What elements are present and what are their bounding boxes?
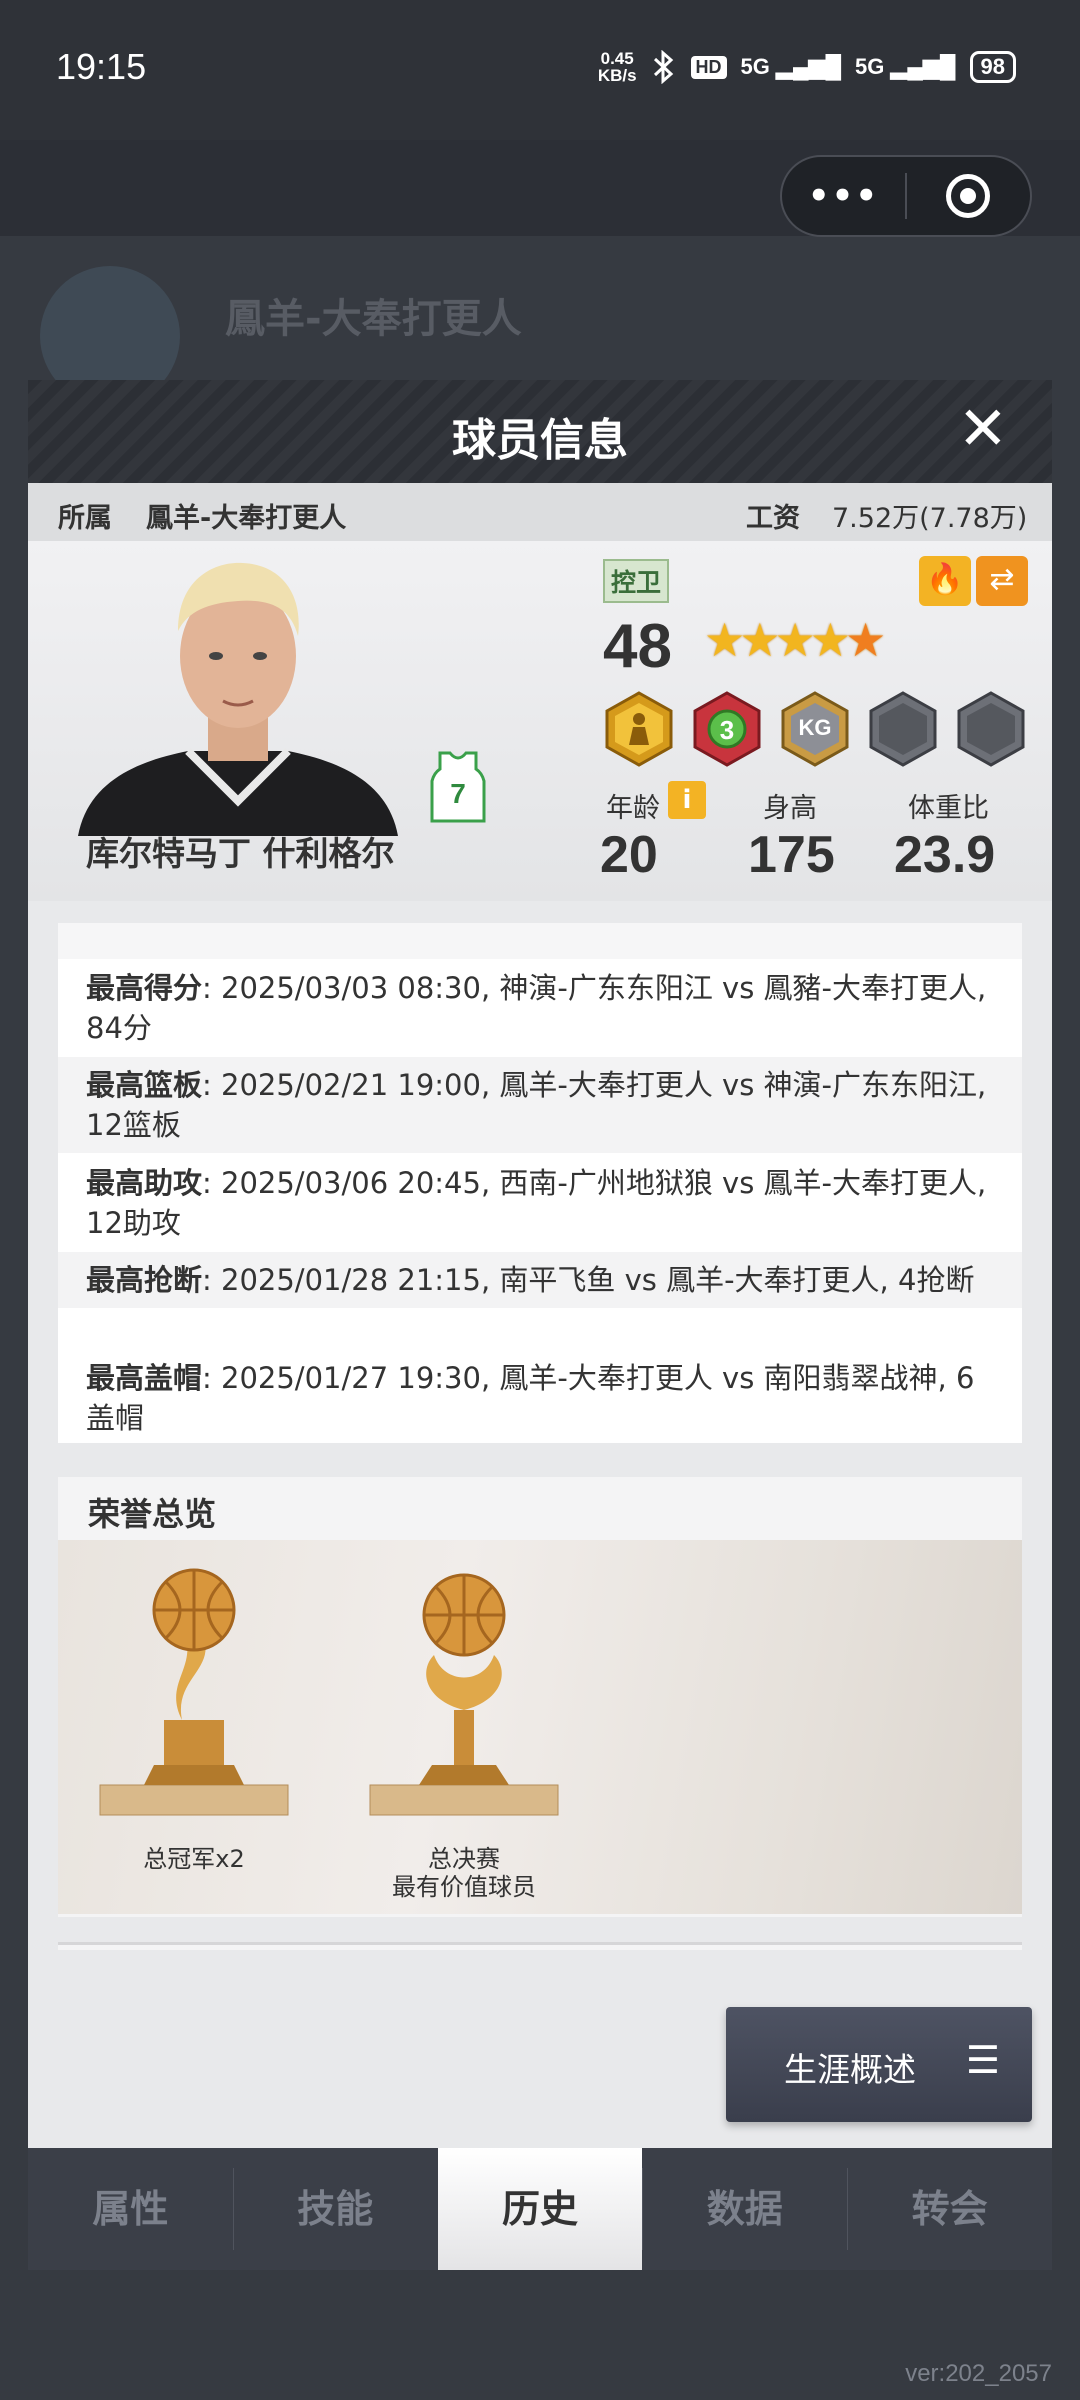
honors-showcase: 总冠军x2 总决赛 最有价值球员 [58,1540,1022,1914]
jersey-icon: 7 [430,751,486,823]
record-label: 最高盖帽 [86,1361,203,1395]
player-portrait [78,562,398,836]
tab-attributes[interactable]: 属性 [28,2148,233,2270]
record-row-blocks: 最高盖帽: 2025/01/27 19:30, 鳳羊-大奉打更人 vs 南阳翡翠… [58,1350,1022,1443]
record-label: 最高抢断 [86,1263,203,1297]
modal-title: 球员信息 [452,415,628,466]
player-card: 7 库尔特马丁 什利格尔 控卫 🔥 ⇄ 48 ★★★★★ 3 KG 年龄 i 身… [28,541,1052,901]
record-row-rebounds: 最高篮板: 2025/02/21 19:00, 鳳羊-大奉打更人 vs 神演-广… [58,1057,1022,1153]
half-star-icon: ★ [845,613,886,667]
age-info-icon[interactable]: i [668,781,706,819]
tab-data[interactable]: 数据 [642,2148,847,2270]
record-text: : 2025/03/03 08:30, 神演-广东东阳江 vs 鳳豬-大奉打更人… [86,971,987,1045]
salary-value: 7.52万(7.78万) [832,503,1028,534]
background-team-title: 鳳羊-大奉打更人 [225,296,522,342]
age-value: 20 [600,826,658,884]
record-label: 最高助攻 [86,1166,203,1200]
star-icon: ★ [809,613,851,667]
fire-icon: 🔥 [926,562,964,597]
fire-button[interactable]: 🔥 [919,556,971,606]
record-row-points: 最高得分: 2025/03/03 08:30, 神演-广东东阳江 vs 鳳豬-大… [58,960,1022,1056]
record-text: : 2025/03/06 20:45, 西南-广州地狱狼 vs 鳳羊-大奉打更人… [86,1166,987,1240]
signal-5g-secondary-icon: 5G ▂▄▆█ [855,54,956,79]
star-icon: ★ [739,613,780,667]
target-icon [946,174,991,218]
player-name: 库尔特马丁 什利格尔 [86,834,395,873]
locked-badge-icon[interactable] [955,691,1027,767]
star-rating: ★★★★★ [704,613,886,667]
svg-text:3: 3 [720,715,734,745]
modal-header: 球员信息 ✕ [28,380,1052,483]
badge-row: 3 KG [603,691,1027,767]
career-overview-label: 生涯概述 [784,2050,916,2089]
height-value: 175 [748,826,835,884]
tab-skills[interactable]: 技能 [232,2148,438,2270]
star-icon: ★ [704,613,745,667]
level-3-badge-icon[interactable]: 3 [691,691,763,767]
team-label: 所属 [58,503,112,534]
career-overview-button[interactable]: 生涯概述 ☰ [726,2007,1032,2122]
menu-icon: ☰ [965,2038,1000,2082]
tab-transfer[interactable]: 转会 [847,2148,1052,2270]
more-button[interactable]: ••• [782,176,905,216]
height-label: 身高 [763,793,817,824]
honors-panel: 荣誉总览 总冠军x2 总决赛 最有价值球员 [58,1477,1022,1917]
svg-text:KG: KG [799,715,832,740]
miniprogram-capsule: ••• [780,155,1032,237]
finals-mvp-trophy-icon[interactable] [364,1560,564,1840]
record-label: 最高篮板 [86,1068,203,1102]
trophy-caption: 总冠军x2 [143,1845,245,1873]
signal-5g-icon: 5G ▂▄▆█ [740,54,842,79]
position-badge: 控卫 [603,559,670,603]
records-scroll-clip [58,923,1022,959]
record-text: : 2025/01/28 21:15, 南平飞鱼 vs 鳳羊-大奉打更人, 4抢… [202,1263,975,1297]
trophy-caption: 总决赛 最有价值球员 [392,1845,536,1901]
weight-ratio-label: 体重比 [908,793,989,824]
close-button[interactable]: ✕ [958,394,1008,464]
records-list[interactable]: 最高得分: 2025/03/03 08:30, 神演-广东东阳江 vs 鳳豬-大… [58,923,1022,1443]
record-text: : 2025/02/21 19:00, 鳳羊-大奉打更人 vs 神演-广东东阳江… [86,1068,987,1142]
status-icons: 0.45 KB/s HD 5G ▂▄▆█ 5G ▂▄▆█ 98 [598,50,1016,84]
age-label: 年龄 [606,793,660,824]
status-bar: 19:15 0.45 KB/s HD 5G ▂▄▆█ 5G ▂▄▆█ 98 [0,0,1080,140]
jersey-number: 7 [450,778,466,809]
star-icon: ★ [774,613,816,667]
record-label: 最高得分 [86,971,203,1005]
tab-bar: 属性 技能 历史 数据 转会 [28,2148,1052,2270]
clock: 19:15 [56,46,147,87]
kg-badge-icon[interactable]: KG [779,691,851,767]
tab-history[interactable]: 历史 [437,2148,643,2270]
version-label: ver:202_2057 [905,2360,1052,2387]
network-speed: 0.45 KB/s [597,49,637,85]
swap-button[interactable]: ⇄ [976,556,1028,606]
weight-ratio-value: 23.9 [894,826,996,884]
record-row-steals: 最高抢断: 2025/01/28 21:15, 南平飞鱼 vs 鳳羊-大奉打更人… [58,1252,1022,1308]
team-name: 鳳羊-大奉打更人 [146,503,347,534]
overall-rating: 48 [603,612,672,681]
battery-icon: 98 [969,51,1016,83]
honors-title: 荣誉总览 [88,1495,217,1533]
salary-label: 工资 [746,503,800,534]
locked-badge-icon[interactable] [867,691,939,767]
championship-trophy-icon[interactable] [94,1560,294,1840]
bluetooth-icon [653,50,673,84]
player-info-modal: 球员信息 ✕ 所属 鳳羊-大奉打更人 工资 7.52万(7.78万) 7 库尔特… [28,380,1052,2270]
hd-voice-icon: HD [690,55,727,79]
next-section-edge [58,1942,1022,1950]
team-salary-bar: 所属 鳳羊-大奉打更人 工资 7.52万(7.78万) [28,483,1052,541]
swap-icon: ⇄ [989,562,1015,597]
record-text: : 2025/01/27 19:30, 鳳羊-大奉打更人 vs 南阳翡翠战神, … [86,1361,975,1435]
record-row-assists: 最高助攻: 2025/03/06 20:45, 西南-广州地狱狼 vs 鳳羊-大… [58,1155,1022,1251]
exit-miniprogram-button[interactable] [907,174,1030,218]
athlete-badge-icon[interactable] [603,691,675,767]
